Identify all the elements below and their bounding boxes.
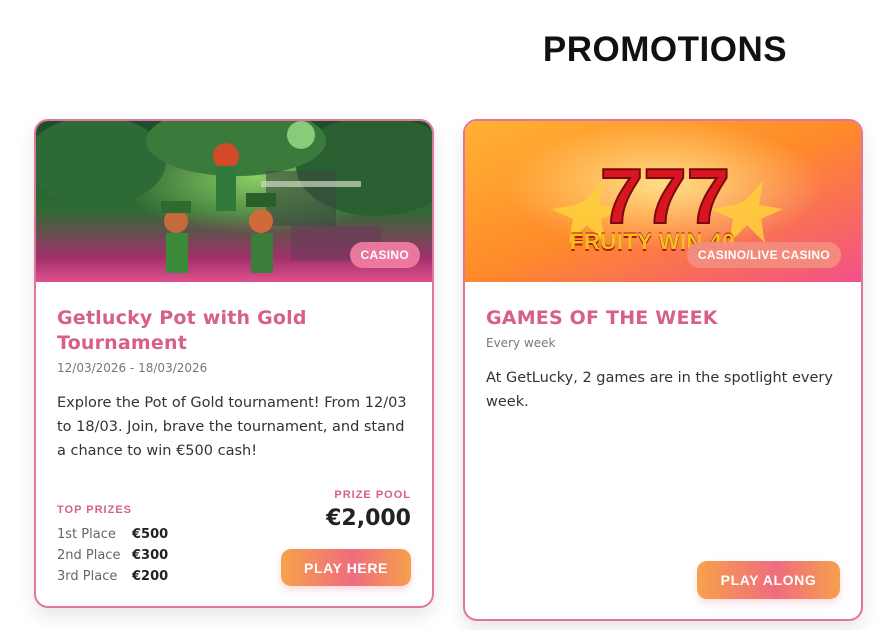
prize-pool: PRIZE POOL €2,000 [326,489,411,531]
play-along-button[interactable]: PLAY ALONG [697,561,840,599]
prize-place: 1st Place [57,527,116,542]
prize-pool-heading: PRIZE POOL [334,489,411,501]
play-here-button[interactable]: PLAY HERE [281,549,411,586]
promotion-description: Explore the Pot of Gold tournament! From… [57,395,407,459]
promotion-title: GAMES OF THE WEEK [486,307,718,329]
page-title: PROMOTIONS [542,30,788,69]
promotion-description: At GetLucky, 2 games are in the spotligh… [486,370,833,410]
top-prizes-list: TOP PRIZES 1st Place €500 2nd Place €300 3… [57,504,168,587]
prize-place: 2nd Place [57,548,121,563]
prize-pool-value: €2,000 [326,506,411,531]
prize-row: 3rd Place €200 [57,566,168,587]
prize-row: 1st Place €500 [57,524,168,545]
promotion-title: Getlucky Pot with Gold Tournament [57,307,307,354]
prize-place: 3rd Place [57,569,118,584]
prize-row: 2nd Place €300 [57,545,168,566]
svg-text:777: 777 [600,152,730,240]
top-prizes-heading: TOP PRIZES [57,504,133,516]
prize-amount: €500 [132,527,169,542]
promotion-dates: 12/03/2026 - 18/03/2026 [57,361,208,375]
prize-amount: €200 [132,569,169,584]
prize-amount: €300 [132,548,169,563]
promotion-card-games-of-the-week[interactable]: 777 FRUITY WIN 40 CASINO/LIVE CASINO GAM… [463,119,863,621]
promotion-frequency: Every week [486,336,556,350]
category-badge: CASINO/LIVE CASINO [686,242,841,268]
promotion-banner-image[interactable]: 777 FRUITY WIN 40 CASINO/LIVE CASINO [465,121,861,282]
promotion-banner-image[interactable]: CASINO [36,121,432,282]
category-badge: CASINO [349,242,420,268]
promotion-card-pot-of-gold[interactable]: CASINO Getlucky Pot with Gold Tournament… [34,119,434,608]
